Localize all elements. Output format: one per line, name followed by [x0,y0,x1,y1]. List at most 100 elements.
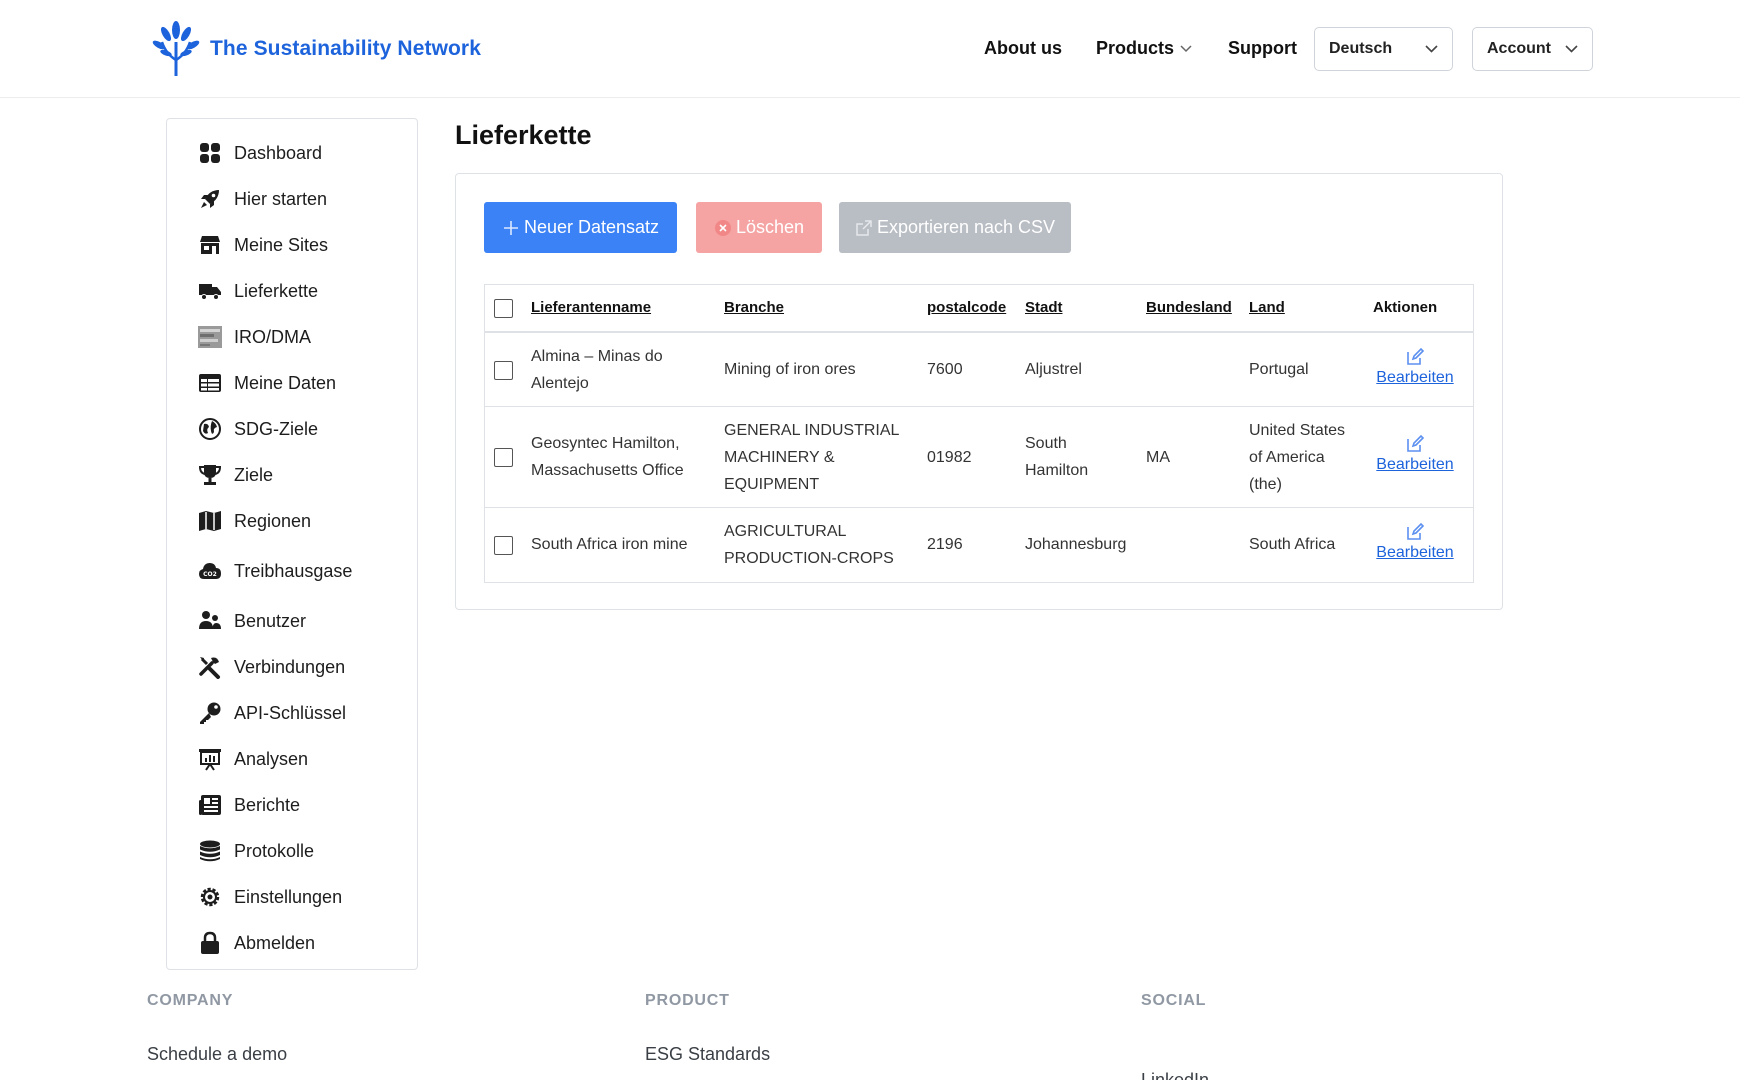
nav-about[interactable]: About us [984,38,1062,59]
nav-products-label: Products [1096,38,1175,58]
cell-aktionen: Bearbeiten [1375,434,1455,474]
users-icon [197,608,223,634]
footer-heading-social: SOCIAL [1141,992,1207,1009]
edit-icon[interactable] [1405,347,1425,367]
sidebar-item-abmelden[interactable]: Abmelden [197,929,315,957]
sidebar-item-label: Analysen [234,748,309,769]
sidebar-item-label: Regionen [234,510,312,531]
sidebar-item-regionen[interactable]: Regionen [197,507,311,535]
cell-land: United States of America (the) [1249,417,1345,498]
sidebar-item-benutzer[interactable]: Benutzer [197,607,306,635]
top-header: The Sustainability Network About us Prod… [0,0,1740,98]
sidebar-item-label: SDG-Ziele [234,418,319,439]
row-checkbox[interactable] [494,361,513,380]
select-all-checkbox[interactable] [494,299,513,318]
close-circle-icon [714,219,731,236]
footer-link-linkedin[interactable]: LinkedIn [1141,1070,1209,1080]
sidebar-item-verbindungen[interactable]: Verbindungen [197,653,345,681]
gear-icon [197,884,223,910]
cell-line: (the) [1249,476,1282,493]
column-header-branche[interactable]: Branche [724,299,784,316]
table-row: Geosyntec Hamilton, Massachusetts Office… [485,407,1473,508]
cell-branche: GENERAL INDUSTRIAL MACHINERY & EQUIPMENT [724,417,899,498]
cell-postalcode: 2196 [927,536,963,553]
rocket-icon [197,186,223,212]
sidebar-item-treibhausgase[interactable]: CO2 Treibhausgase [197,557,352,585]
sidebar-item-label: Abmelden [234,932,316,953]
table-header: Lieferantenname Branche postalcode Stadt… [485,285,1473,333]
cell-branche: Mining of iron ores [724,361,856,378]
supplier-table: Lieferantenname Branche postalcode Stadt… [484,284,1474,583]
edit-link[interactable]: Bearbeiten [1376,456,1453,474]
iro-dma-image-icon [197,324,223,350]
footer-link-esg-standards[interactable]: ESG Standards [645,1044,770,1065]
column-header-aktionen: Aktionen [1373,299,1438,316]
cell-bundesland: MA [1146,449,1170,466]
cell-line: Alentejo [531,375,589,392]
co2-cloud-icon: CO2 [197,558,223,584]
sidebar-item-meine-sites[interactable]: Meine Sites [197,231,328,259]
edit-icon[interactable] [1405,434,1425,454]
row-checkbox[interactable] [494,536,513,555]
sidebar-item-ziele[interactable]: Ziele [197,461,273,489]
edit-icon[interactable] [1405,522,1425,542]
brand-name: The Sustainability Network [210,37,481,60]
sidebar-item-meine-daten[interactable]: Meine Daten [197,369,336,397]
cell-line: Massachusetts Office [531,462,684,479]
table-row: South Africa iron mine AGRICULTURAL PROD… [485,508,1473,582]
sidebar-item-iro-dma[interactable]: IRO/DMA [197,323,311,351]
tree-logo-icon [152,21,200,76]
column-header-bundesland[interactable]: Bundesland [1146,299,1232,316]
newspaper-icon [197,792,223,818]
sidebar-item-label: Einstellungen [234,886,343,907]
row-checkbox[interactable] [494,448,513,467]
sidebar-item-lieferkette[interactable]: Lieferkette [197,277,318,305]
sidebar-item-hier-starten[interactable]: Hier starten [197,185,327,213]
cell-lieferantenname: Almina – Minas do Alentejo [531,343,663,397]
plus-icon [503,220,518,235]
footer-link-schedule-demo[interactable]: Schedule a demo [147,1044,287,1065]
sidebar-item-protokolle[interactable]: Protokolle [197,837,314,865]
sidebar-item-api-schluessel[interactable]: API-Schlüssel [197,699,346,727]
cell-postalcode: 7600 [927,361,963,378]
sidebar-item-einstellungen[interactable]: Einstellungen [197,883,342,911]
cell-line: United States [1249,422,1346,439]
new-record-button[interactable]: Neuer Datensatz [484,202,677,253]
cell-line: South [1025,435,1067,452]
nav-products[interactable]: Products [1096,38,1192,59]
cell-branche: AGRICULTURAL PRODUCTION-CROPS [724,518,894,572]
chevron-down-icon [1180,44,1192,52]
delete-button[interactable]: Löschen [696,202,822,253]
lock-icon [197,930,223,956]
nav-support[interactable]: Support [1228,38,1297,59]
sidebar-item-label: Treibhausgase [234,560,353,581]
export-csv-button[interactable]: Exportieren nach CSV [839,202,1071,253]
edit-link[interactable]: Bearbeiten [1376,369,1453,387]
key-icon [197,700,223,726]
new-record-label: Neuer Datensatz [523,217,660,237]
column-header-postalcode[interactable]: postalcode [927,299,1006,316]
chevron-down-icon [1425,45,1438,53]
sidebar-item-analysen[interactable]: Analysen [197,745,308,773]
globe-icon [197,416,223,442]
column-header-lieferantenname[interactable]: Lieferantenname [531,299,651,316]
cell-line: of America [1249,449,1325,466]
footer-heading-company: COMPANY [147,992,234,1009]
column-header-land[interactable]: Land [1249,299,1285,316]
column-header-stadt[interactable]: Stadt [1025,299,1063,316]
sidebar-item-sdg-ziele[interactable]: SDG-Ziele [197,415,318,443]
account-menu[interactable]: Account [1472,27,1593,71]
chevron-down-icon [1565,45,1578,53]
sidebar-item-label: Protokolle [234,840,315,861]
cell-line: Almina – Minas do [531,348,663,365]
edit-link[interactable]: Bearbeiten [1376,544,1453,562]
brand[interactable]: The Sustainability Network [152,20,481,78]
sidebar-item-berichte[interactable]: Berichte [197,791,300,819]
delete-label: Löschen [735,217,805,237]
page-title: Lieferkette [455,120,592,150]
sidebar-item-dashboard[interactable]: Dashboard [197,139,322,167]
cell-line: GENERAL INDUSTRIAL [724,422,900,439]
cell-land: South Africa [1249,536,1336,553]
cell-lieferantenname: Geosyntec Hamilton, Massachusetts Office [531,430,684,484]
language-select[interactable]: Deutsch [1314,27,1453,71]
